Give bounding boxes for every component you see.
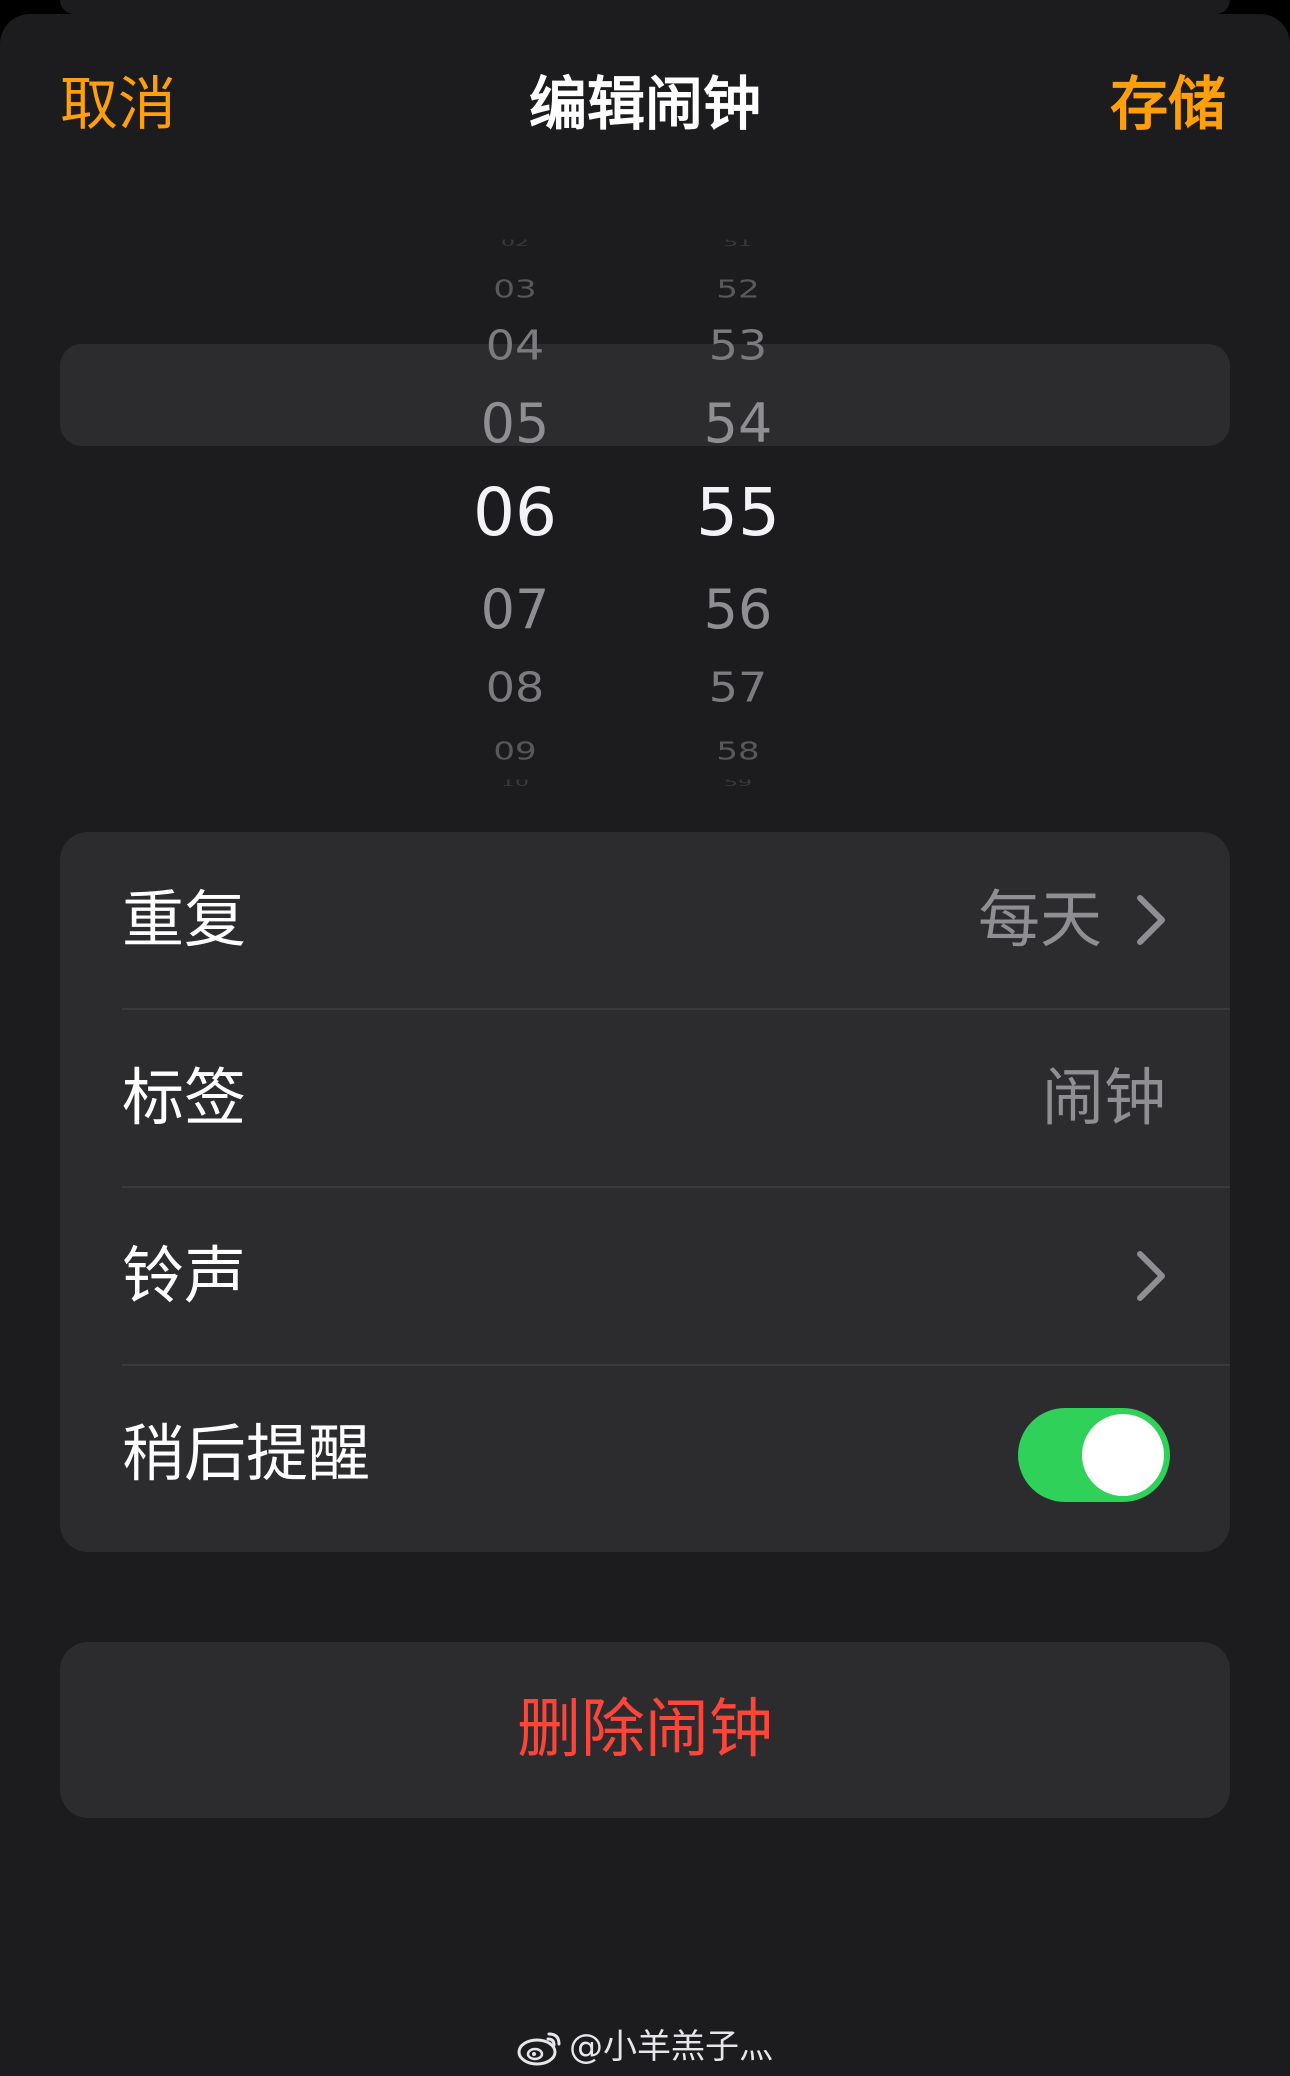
page-title: 编辑闹钟 [528, 70, 761, 138]
watermark: @小羊羔子灬 [0, 2022, 1290, 2072]
sound-label: 铃声 [122, 1239, 247, 1312]
alarm-settings-group: 重复 每天 标签 闹钟 铃声 稍后提醒 [60, 832, 1230, 1552]
snooze-label: 稍后提醒 [122, 1417, 371, 1490]
repeat-value: 每天 [977, 883, 1102, 956]
minute-option[interactable]: 58 [638, 737, 838, 764]
hour-option[interactable]: 08 [415, 663, 615, 715]
minute-option[interactable]: 53 [638, 321, 838, 373]
hour-option[interactable]: 07 [415, 578, 615, 646]
hour-option[interactable]: 09 [415, 737, 615, 764]
background-sheet-edge [60, 0, 1230, 14]
chevron-right-icon [1137, 1251, 1165, 1301]
hour-option[interactable]: 04 [415, 321, 615, 373]
selected-hour[interactable]: 06 [415, 474, 615, 558]
minute-option[interactable]: 52 [638, 275, 838, 302]
hour-option[interactable]: 05 [415, 392, 615, 460]
minute-option[interactable]: 59 [638, 780, 838, 787]
minute-option[interactable]: 54 [638, 392, 838, 460]
save-button[interactable]: 存储 [1110, 64, 1226, 144]
minute-option[interactable]: 56 [638, 578, 838, 646]
toggle-knob [1082, 1414, 1164, 1496]
time-picker[interactable]: 02 03 04 05 06 07 08 09 10 51 52 53 54 5… [0, 240, 1290, 790]
minute-option[interactable]: 57 [638, 663, 838, 715]
repeat-row[interactable]: 重复 每天 [60, 832, 1230, 1008]
hour-option[interactable]: 02 [415, 240, 615, 247]
hour-option[interactable]: 10 [415, 780, 615, 787]
chevron-right-icon [1137, 895, 1165, 945]
edit-alarm-sheet: 取消 编辑闹钟 存储 02 03 04 05 06 07 08 09 10 51… [0, 14, 1290, 2076]
cancel-button[interactable]: 取消 [60, 64, 176, 144]
repeat-label: 重复 [122, 883, 247, 956]
label-label: 标签 [122, 1061, 247, 1134]
weibo-logo-icon [517, 2032, 561, 2066]
snooze-toggle[interactable] [1018, 1408, 1170, 1502]
minute-option[interactable]: 51 [638, 240, 838, 247]
label-row[interactable]: 标签 闹钟 [60, 1010, 1230, 1186]
sound-row[interactable]: 铃声 [60, 1188, 1230, 1364]
minute-wheel[interactable]: 51 52 53 54 55 56 57 58 59 [638, 240, 838, 790]
label-value[interactable]: 闹钟 [1042, 1010, 1166, 1186]
snooze-row: 稍后提醒 [60, 1366, 1230, 1542]
watermark-text: @小羊羔子灬 [569, 2027, 773, 2067]
hour-option[interactable]: 03 [415, 275, 615, 302]
hour-wheel[interactable]: 02 03 04 05 06 07 08 09 10 [415, 240, 615, 790]
selected-minute[interactable]: 55 [638, 474, 838, 558]
delete-alarm-button[interactable]: 删除闹钟 [60, 1642, 1230, 1818]
